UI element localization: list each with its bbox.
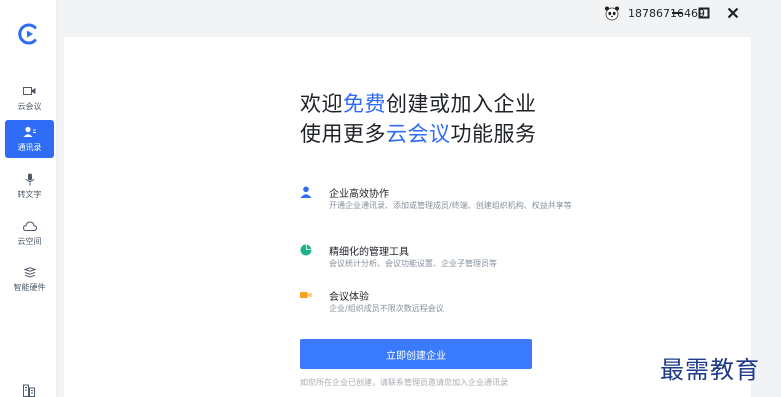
sidebar-item-cloud-meeting[interactable]: 云会议 bbox=[5, 79, 54, 117]
minimize-icon bbox=[672, 12, 682, 14]
watermark-text: 最需教育 bbox=[660, 356, 760, 384]
maximize-button[interactable] bbox=[697, 6, 711, 20]
feature-title: 企业高效协作 bbox=[329, 189, 389, 200]
person-icon bbox=[300, 186, 312, 198]
feature-title: 会议体验 bbox=[329, 292, 369, 303]
headline-line-2: 使用更多云会议功能服务 bbox=[300, 119, 537, 149]
headline-text: 创建或加入企业 bbox=[386, 92, 537, 116]
headline-text: 功能服务 bbox=[450, 122, 537, 146]
sidebar-item-label: 云空间 bbox=[17, 236, 42, 246]
sidebar-item-transcribe[interactable]: 转文字 bbox=[5, 167, 54, 205]
panda-avatar-icon bbox=[605, 6, 619, 21]
create-enterprise-panel: 欢迎免费创建或加入企业 使用更多云会议功能服务 企业高效协作 开通企业通讯录、添… bbox=[64, 37, 751, 397]
headline-text: 欢迎 bbox=[300, 92, 343, 116]
close-button[interactable] bbox=[726, 6, 740, 20]
minimize-button[interactable] bbox=[670, 6, 684, 20]
sidebar-item-smart-hardware[interactable]: 智能硬件 bbox=[5, 260, 54, 298]
pie-chart-icon bbox=[300, 244, 312, 256]
sidebar: 云会议 通讯录 转文字 云空间 智能硬件 bbox=[0, 0, 57, 397]
headline-line-1: 欢迎免费创建或加入企业 bbox=[300, 89, 537, 119]
user-phone: 18786716469 bbox=[628, 6, 705, 20]
sidebar-item-label: 智能硬件 bbox=[13, 282, 46, 292]
video-icon bbox=[23, 85, 37, 98]
user-info[interactable]: 18786716469 bbox=[604, 5, 705, 21]
microphone-icon bbox=[23, 173, 37, 186]
maximize-icon bbox=[698, 7, 710, 19]
title-bar: 18786716469 bbox=[56, 0, 781, 27]
app-logo-icon[interactable] bbox=[17, 22, 41, 46]
sidebar-item-label: 通讯录 bbox=[17, 142, 42, 152]
contacts-icon bbox=[23, 126, 37, 139]
headline-highlight: 云会议 bbox=[386, 122, 451, 146]
headline-text: 使用更多 bbox=[300, 122, 386, 146]
create-enterprise-button[interactable]: 立即创建企业 bbox=[300, 339, 532, 369]
sidebar-item-label: 云会议 bbox=[17, 101, 42, 111]
headline-highlight: 免费 bbox=[343, 92, 386, 116]
cloud-icon bbox=[22, 220, 37, 233]
feature-desc: 会议统计分析、会议功能设置、企业子管理员等 bbox=[329, 259, 497, 268]
building-icon[interactable] bbox=[22, 383, 36, 397]
sidebar-item-label: 转文字 bbox=[17, 189, 42, 199]
sidebar-item-cloud-space[interactable]: 云空间 bbox=[5, 214, 54, 252]
feature-desc: 开通企业通讯录、添加或管理成员/终端、创建组织机构、权益共享等 bbox=[329, 201, 572, 210]
hardware-stack-icon bbox=[23, 266, 37, 279]
video-camera-icon bbox=[300, 292, 312, 298]
feature-title: 精细化的管理工具 bbox=[329, 247, 409, 258]
join-hint-text: 如您所在企业已创建，请联系管理员邀请您加入企业通讯录 bbox=[300, 378, 508, 387]
feature-desc: 企业/组织成员不限次数远程会议 bbox=[329, 304, 444, 313]
sidebar-item-contacts[interactable]: 通讯录 bbox=[5, 120, 54, 158]
close-icon bbox=[727, 7, 739, 19]
